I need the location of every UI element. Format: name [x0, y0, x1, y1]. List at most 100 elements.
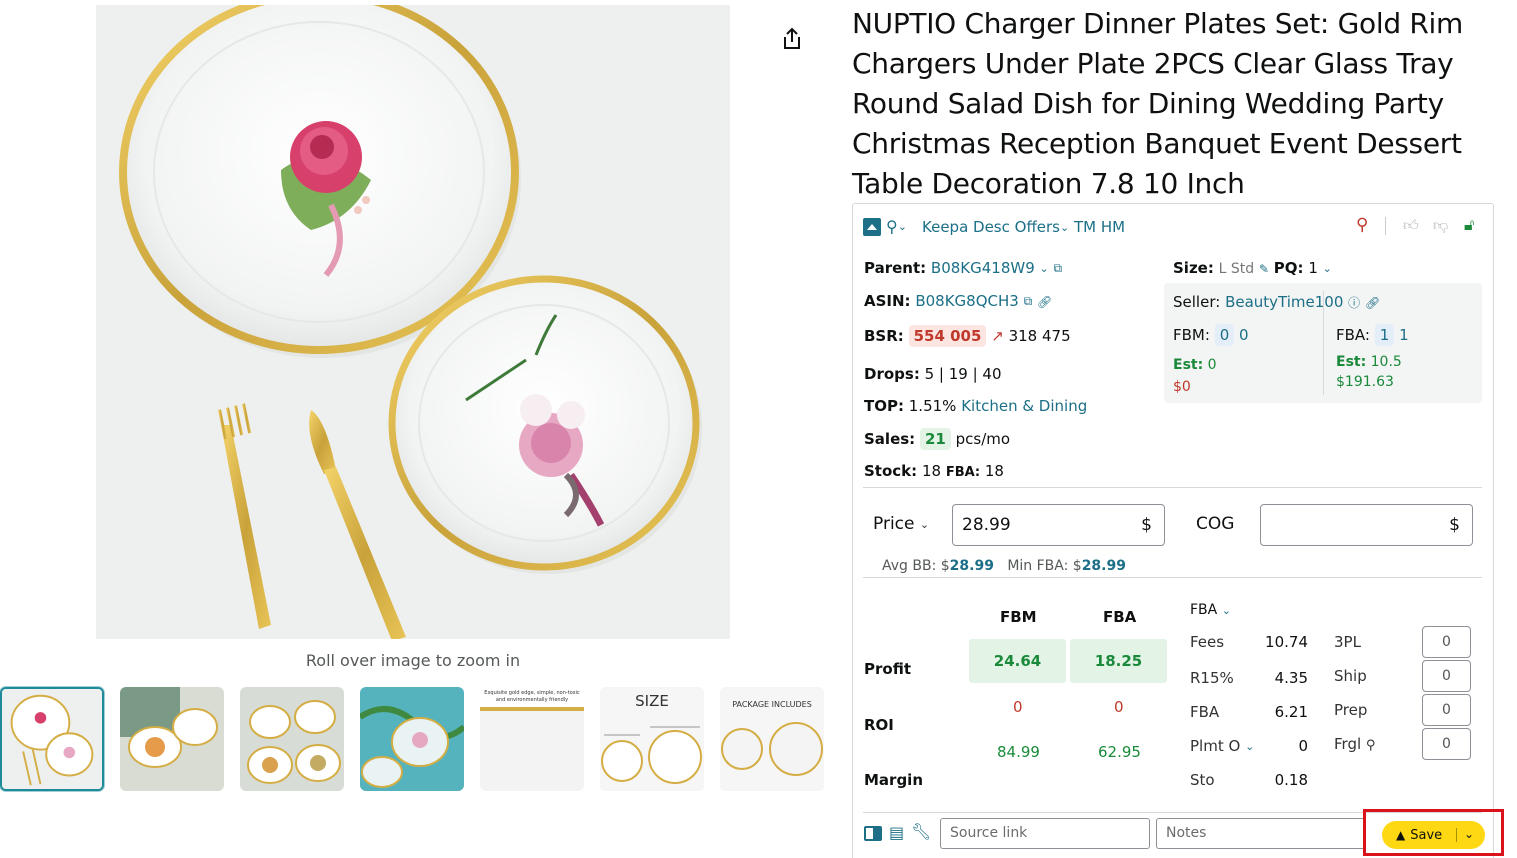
size-label: Size:: [1173, 259, 1214, 277]
main-product-image[interactable]: [96, 5, 730, 639]
est-fba-value: 10.5: [1370, 354, 1402, 370]
cog-input[interactable]: $: [1260, 504, 1473, 546]
price-currency: $: [1141, 515, 1152, 535]
est-fba: Est: 10.5: [1336, 354, 1402, 370]
buybox-row: Avg BB: $28.99 Min FBA: $28.99: [882, 558, 1126, 574]
roi-fba: 0: [1114, 698, 1124, 716]
thumbnail-5[interactable]: Exquisite gold edge, simple, non-toxic a…: [480, 687, 584, 791]
thumbnail-3[interactable]: [240, 687, 344, 791]
calc-fbm-header: FBM: [1000, 608, 1037, 626]
thumbnail-7[interactable]: PACKAGE INCLUDES: [720, 687, 824, 791]
3pl-input[interactable]: 0: [1422, 626, 1471, 658]
fees-label: Fees: [1190, 633, 1225, 651]
edit-icon[interactable]: ✎: [1259, 262, 1269, 276]
bsr-value: 554 005: [908, 325, 987, 347]
sales-unit: pcs/mo: [955, 430, 1011, 448]
calc-fba-header: FBA: [1103, 608, 1137, 626]
margin-label: Margin: [864, 771, 924, 789]
parent-asin-link[interactable]: B08KG418W9: [931, 259, 1035, 277]
copy-icon[interactable]: ⧉: [1024, 294, 1033, 309]
fbm-count-b: 0: [1239, 326, 1249, 344]
fee-mode-dropdown[interactable]: FBA ⌄: [1190, 602, 1231, 618]
thumbnail-4[interactable]: [360, 687, 464, 791]
prep-input[interactable]: 0: [1422, 694, 1471, 726]
ship-label: Ship: [1334, 667, 1367, 685]
min-fba-label: Min FBA: $: [1007, 558, 1082, 574]
share-icon[interactable]: [779, 26, 805, 52]
chevron-down-icon[interactable]: ⌄: [1040, 262, 1049, 275]
category-link[interactable]: Kitchen & Dining: [961, 397, 1087, 415]
chevron-down-icon[interactable]: ⌄: [1464, 827, 1474, 841]
3pl-label: 3PL: [1334, 633, 1361, 651]
link-icon[interactable]: 🔗︎: [1037, 295, 1052, 309]
source-link-input[interactable]: Source link: [940, 818, 1150, 849]
profit-fbm: 24.64: [969, 639, 1066, 683]
chevron-down-icon: ⌄: [1221, 603, 1231, 617]
parent-label: Parent:: [864, 259, 927, 277]
fba-count-label: FBA:: [1336, 326, 1370, 344]
wrench-icon[interactable]: 🔧︎: [911, 822, 931, 841]
drops-value: 5 | 19 | 40: [924, 365, 1002, 383]
fba-count-row: FBA: 1 1: [1336, 324, 1409, 346]
prep-label: Prep: [1334, 701, 1368, 719]
link-icon[interactable]: 🔗︎: [1365, 296, 1380, 310]
save-separator: [1456, 828, 1457, 842]
pq-value: 1: [1308, 259, 1318, 277]
save-label: Save: [1410, 827, 1443, 843]
thumbs-down-icon[interactable]: 👎︎: [1433, 216, 1448, 235]
fragile-row: Frgl ⚲: [1334, 735, 1375, 753]
ship-input[interactable]: 0: [1422, 660, 1471, 692]
seller-divider: [1323, 291, 1324, 395]
thumbnail-2[interactable]: [120, 687, 224, 791]
fees-value: 10.74: [1265, 633, 1308, 651]
referral-value: 4.35: [1274, 669, 1308, 687]
thumbnail-size-label: SIZE: [635, 692, 669, 710]
thumbnail-1[interactable]: [0, 687, 104, 791]
chart-icon[interactable]: ▤: [889, 823, 904, 842]
thumbnail-6[interactable]: SIZE: [600, 687, 704, 791]
drops-label: Drops:: [864, 365, 920, 383]
unlock-icon[interactable]: 🔓︎: [1464, 215, 1474, 235]
seller-link[interactable]: BeautyTime100: [1225, 293, 1343, 311]
fbm-count-row: FBM: 0 0: [1173, 324, 1249, 346]
collapse-icon[interactable]: [863, 218, 881, 236]
price-mode-dropdown[interactable]: Price ⌄: [873, 514, 929, 534]
est-fba-money: $191.63: [1336, 374, 1394, 390]
price-input[interactable]: 28.99 $: [952, 504, 1165, 546]
chevron-down-icon: ⌄: [897, 220, 907, 233]
placement-value: 0: [1298, 737, 1308, 755]
keepa-desc-offers-link[interactable]: Keepa Desc Offers: [922, 218, 1060, 236]
seller-label: Seller:: [1173, 293, 1221, 311]
search-dropdown[interactable]: ⚲⌄: [886, 217, 907, 236]
toolbar-divider: [1385, 217, 1386, 235]
tm-hm-link[interactable]: TM HM: [1074, 218, 1125, 236]
product-photo: [96, 5, 730, 639]
placement-dropdown[interactable]: Plmt O ⌄: [1190, 737, 1254, 755]
cog-currency: $: [1449, 515, 1460, 535]
keepa-panel: ⚲⌄ Keepa Desc Offers⌄ TM HM ⚲ 👍︎ 👎︎ 🔓︎ P…: [852, 203, 1494, 858]
zoom-hint: Roll over image to zoom in: [305, 651, 521, 670]
avg-bb-value: 28.99: [949, 558, 994, 574]
keepa-links[interactable]: Keepa Desc Offers⌄ TM HM: [922, 218, 1125, 236]
price-label: Price: [873, 514, 915, 534]
fragile-input[interactable]: 0: [1422, 728, 1471, 760]
chevron-down-icon[interactable]: ⌄: [1323, 262, 1332, 275]
margin-fba: 62.95: [1098, 743, 1141, 761]
alert-icon[interactable]: ⚲: [1356, 215, 1368, 235]
copy-icon[interactable]: ⧉: [1054, 261, 1063, 276]
notes-input[interactable]: Notes: [1156, 818, 1366, 849]
save-button[interactable]: ▲ Save ⌄: [1382, 821, 1485, 849]
asin-link[interactable]: B08KG8QCH3: [915, 292, 1018, 310]
thumbs-up-icon[interactable]: 👍︎: [1403, 216, 1419, 235]
fba-count-a: 1: [1374, 324, 1395, 346]
drive-icon: ▲: [1396, 828, 1406, 842]
storage-label: Sto: [1190, 771, 1215, 789]
sales-value: 21: [919, 428, 951, 450]
bsr-row: BSR: 554 005 ↗ 318 475: [864, 325, 1071, 347]
sidebar-toggle-icon[interactable]: [864, 826, 882, 841]
info-icon[interactable]: ⓘ: [1348, 294, 1360, 311]
stock-fba-label: FBA:: [945, 465, 981, 480]
est-fbm-label: Est:: [1173, 357, 1204, 373]
pq-label: PQ:: [1273, 259, 1304, 277]
est-fbm: Est: 0: [1173, 357, 1217, 373]
